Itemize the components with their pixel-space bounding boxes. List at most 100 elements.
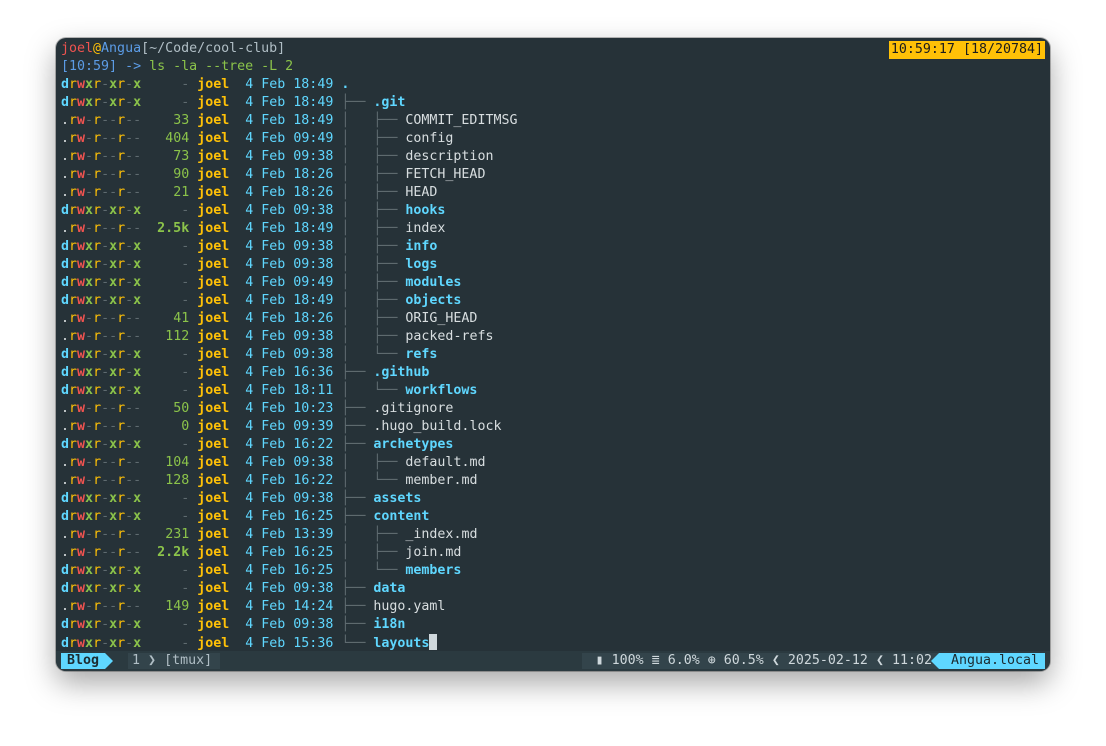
permission-char: x <box>109 636 118 651</box>
permission-char: - <box>101 293 110 308</box>
tree-branch: │ ├── <box>341 275 406 290</box>
permission-char: - <box>125 545 134 560</box>
permission-char: x <box>133 383 142 398</box>
permission-char: x <box>85 347 94 362</box>
file-owner: joel <box>197 419 230 434</box>
permission-char: . <box>61 419 70 434</box>
tree-branch: │ ├── <box>341 167 406 182</box>
permission-char: r <box>93 185 102 200</box>
listing-row: drwxr-xr-x - joel 4 Feb 16:25 ├── conten… <box>61 508 429 526</box>
status-hostname: Angua.local <box>930 653 1045 669</box>
permission-char: - <box>101 131 110 146</box>
permission-char: - <box>125 455 134 470</box>
permission-char: r <box>93 599 102 614</box>
terminal-window[interactable]: joel@Angua[~/Code/cool-club] 10:59:17 [1… <box>56 38 1050 671</box>
permission-char: r <box>69 311 78 326</box>
permission-char: w <box>77 347 86 362</box>
permissions: drwxr-xr-x <box>61 275 141 290</box>
permission-char: r <box>93 275 102 290</box>
listing-row: drwxr-xr-x - joel 4 Feb 18:49 . <box>61 76 349 94</box>
permission-char: - <box>101 617 110 632</box>
permission-char: x <box>133 275 142 290</box>
permission-char: - <box>101 419 110 434</box>
file-size: - <box>181 563 190 578</box>
file-name: .gitignore <box>373 401 454 416</box>
permission-char: r <box>117 167 126 182</box>
permission-char: - <box>125 563 134 578</box>
permissions: .rw-r--r-- <box>61 419 141 434</box>
file-size: 2.2k <box>157 545 190 560</box>
permission-char: d <box>61 636 70 651</box>
listing-row: drwxr-xr-x - joel 4 Feb 16:36 ├── .githu… <box>61 364 429 382</box>
tree-branch: ├── <box>341 419 374 434</box>
permission-char: x <box>109 95 118 110</box>
permission-char: r <box>69 275 78 290</box>
tree-branch: │ ├── <box>341 311 406 326</box>
permission-char: - <box>101 563 110 578</box>
permission-char: x <box>109 581 118 596</box>
file-owner: joel <box>197 545 230 560</box>
file-owner: joel <box>197 95 230 110</box>
permission-char: r <box>117 221 126 236</box>
file-name: COMMIT_EDITMSG <box>405 113 518 128</box>
permission-char: x <box>133 636 142 651</box>
tree-branch: ├── <box>341 95 374 110</box>
permission-char: r <box>117 473 126 488</box>
file-size: - <box>181 347 190 362</box>
permissions: drwxr-xr-x <box>61 293 141 308</box>
permission-char: . <box>61 113 70 128</box>
clock-badge: 10:59:17 [18/20784] <box>888 41 1045 59</box>
permission-char: - <box>109 545 118 560</box>
permission-char: r <box>69 437 78 452</box>
directory-name: .github <box>373 365 430 380</box>
permission-char: x <box>109 563 118 578</box>
permission-char: - <box>101 491 110 506</box>
permission-char: x <box>133 257 142 272</box>
permission-char: x <box>133 239 142 254</box>
permission-char: r <box>69 239 78 254</box>
file-name: FETCH_HEAD <box>405 167 486 182</box>
permission-char: x <box>133 95 142 110</box>
file-size: 231 <box>165 527 190 542</box>
permission-char: - <box>109 599 118 614</box>
permission-char: w <box>77 455 86 470</box>
file-size: - <box>181 257 190 272</box>
listing-row: .rw-r--r-- 104 joel 4 Feb 09:38 │ ├── de… <box>61 454 485 472</box>
directory-name: archetypes <box>373 437 454 452</box>
tree-branch: │ └── <box>341 347 406 362</box>
file-size: - <box>181 95 190 110</box>
permission-char: w <box>77 131 86 146</box>
terminal-cursor <box>429 634 438 650</box>
permission-char: - <box>85 527 94 542</box>
permission-char: x <box>133 347 142 362</box>
permission-char: - <box>125 257 134 272</box>
permission-char: - <box>133 545 142 560</box>
permission-char: d <box>61 275 70 290</box>
battery-icon: ▮ <box>595 653 604 668</box>
permissions: drwxr-xr-x <box>61 365 141 380</box>
permission-char: r <box>93 383 102 398</box>
permission-char: w <box>77 293 86 308</box>
file-date: 4 Feb 09:38 <box>245 347 334 362</box>
permission-char: r <box>69 365 78 380</box>
permission-char: w <box>77 167 86 182</box>
file-name: packed-refs <box>405 329 494 344</box>
permission-char: x <box>85 509 94 524</box>
permissions: .rw-r--r-- <box>61 545 141 560</box>
permission-char: - <box>109 149 118 164</box>
permission-char: . <box>61 167 70 182</box>
listing-row: drwxr-xr-x - joel 4 Feb 09:38 ├── assets <box>61 490 421 508</box>
file-size: 2.5k <box>157 221 190 236</box>
permission-char: - <box>125 347 134 362</box>
permission-char: x <box>85 257 94 272</box>
file-size: - <box>181 203 190 218</box>
tmux-session[interactable]: Blog <box>61 653 114 669</box>
permission-char: x <box>85 383 94 398</box>
file-owner: joel <box>197 311 230 326</box>
permission-char: d <box>61 617 70 632</box>
permission-char: r <box>69 113 78 128</box>
permission-char: w <box>77 329 86 344</box>
tmux-window-tab[interactable]: 1 ❯ [tmux] <box>128 653 221 669</box>
permission-char: w <box>77 617 86 632</box>
permission-char: x <box>133 365 142 380</box>
